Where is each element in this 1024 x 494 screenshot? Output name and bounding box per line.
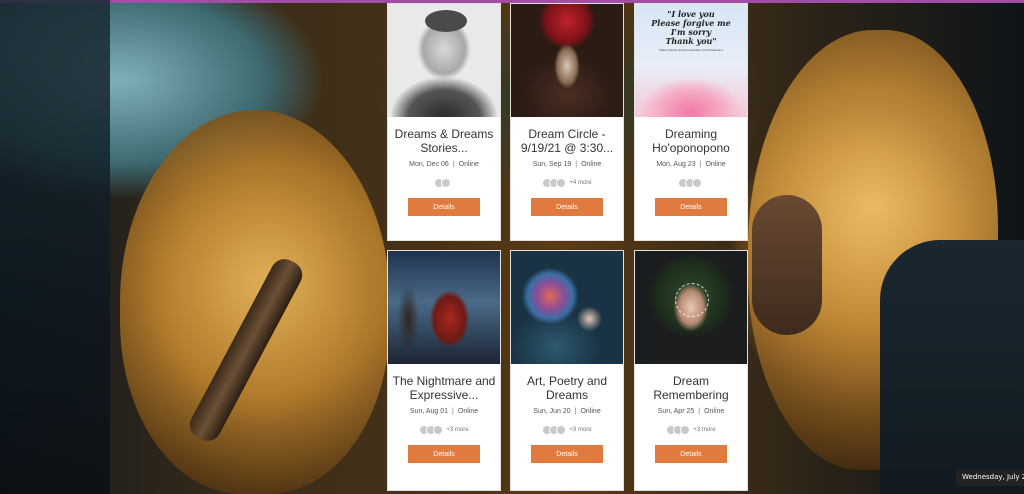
event-date: Sun, Apr 25 bbox=[657, 408, 695, 415]
event-meta: Sun, Aug 01 | Online bbox=[409, 408, 479, 415]
event-image[interactable] bbox=[388, 251, 500, 364]
avatar bbox=[441, 178, 451, 188]
event-image[interactable] bbox=[388, 4, 500, 117]
taskbar-clock[interactable]: Wednesday, July 20, 2022 bbox=[956, 470, 1024, 486]
attendees bbox=[434, 177, 454, 189]
event-date: Mon, Aug 23 bbox=[656, 161, 696, 168]
event-image[interactable] bbox=[635, 251, 747, 364]
event-date: Mon, Dec 06 bbox=[409, 161, 449, 168]
event-image[interactable]: "I love you Please forgive me I'm sorry … bbox=[635, 4, 747, 117]
event-card[interactable]: "I love you Please forgive me I'm sorry … bbox=[634, 3, 748, 241]
event-title[interactable]: Dream Remembering bbox=[639, 374, 743, 402]
event-meta: Sun, Sep 19 | Online bbox=[532, 161, 602, 168]
attendees-more: +3 more bbox=[569, 427, 592, 433]
details-button[interactable]: Details bbox=[655, 445, 727, 463]
background-hand bbox=[752, 195, 822, 335]
event-location: Online bbox=[580, 408, 601, 415]
event-location: Online bbox=[457, 408, 479, 415]
details-button[interactable]: Details bbox=[655, 198, 727, 216]
event-card[interactable]: Dream Circle - 9/19/21 @ 3:30... Sun, Se… bbox=[510, 3, 624, 241]
event-meta: Mon, Dec 06 | Online bbox=[409, 161, 479, 168]
event-title[interactable]: Art, Poetry and Dreams bbox=[515, 374, 619, 402]
event-card[interactable]: Art, Poetry and Dreams Sun, Jun 20 | Onlin… bbox=[510, 250, 624, 491]
avatar bbox=[556, 425, 567, 435]
event-date: Sun, Sep 19 bbox=[532, 161, 572, 168]
avatar bbox=[680, 425, 691, 435]
attendees: +4 more bbox=[542, 177, 592, 189]
event-card[interactable]: Dreams & Dreams Stories... Mon, Dec 06 | O… bbox=[387, 3, 501, 241]
details-button[interactable]: Details bbox=[408, 198, 480, 216]
details-button[interactable]: Details bbox=[531, 445, 603, 463]
event-card[interactable]: The Nightmare and Expressive... Sun, Aug… bbox=[387, 250, 501, 491]
avatar bbox=[691, 178, 702, 188]
attendees: +3 more bbox=[419, 424, 469, 436]
attendees-more: +3 more bbox=[693, 427, 716, 433]
event-meta: Mon, Aug 23 | Online bbox=[656, 161, 726, 168]
event-meta: Sun, Jun 20 | Online bbox=[533, 408, 601, 415]
event-location: Online bbox=[705, 161, 726, 168]
attendees-more: +4 more bbox=[569, 180, 592, 186]
events-grid: Dreams & Dreams Stories... Mon, Dec 06 | O… bbox=[386, 3, 748, 494]
event-title[interactable]: Dream Circle - 9/19/21 @ 3:30... bbox=[515, 127, 619, 155]
event-date: Sun, Aug 01 bbox=[409, 408, 449, 415]
event-title[interactable]: Dreaming Ho'oponopono bbox=[639, 127, 743, 155]
image-quote: "I love you Please forgive me I'm sorry … bbox=[651, 9, 731, 46]
event-image[interactable] bbox=[511, 4, 623, 117]
avatar bbox=[433, 425, 444, 435]
event-date: Sun, Jun 20 bbox=[533, 408, 571, 415]
event-meta: Sun, Apr 25 | Online bbox=[657, 408, 725, 415]
image-url: https://www.dreams.wixsite.com/dreamers bbox=[658, 48, 724, 52]
attendees bbox=[677, 177, 705, 189]
attendees: +3 more bbox=[666, 424, 716, 436]
background-person-left bbox=[0, 0, 110, 494]
background-person-right bbox=[880, 240, 1024, 494]
attendees-more: +3 more bbox=[446, 427, 469, 433]
event-image[interactable] bbox=[511, 251, 623, 364]
event-location: Online bbox=[581, 161, 602, 168]
details-button[interactable]: Details bbox=[408, 445, 480, 463]
details-button[interactable]: Details bbox=[531, 198, 603, 216]
event-title[interactable]: Dreams & Dreams Stories... bbox=[392, 127, 496, 155]
attendees: +3 more bbox=[542, 424, 592, 436]
event-location: Online bbox=[458, 161, 479, 168]
dreamcatcher-shape bbox=[675, 283, 709, 317]
event-card[interactable]: Dream Remembering Sun, Apr 25 | Online +3 … bbox=[634, 250, 748, 491]
avatar bbox=[556, 178, 567, 188]
hair-shape bbox=[425, 10, 467, 32]
event-location: Online bbox=[704, 408, 725, 415]
event-title[interactable]: The Nightmare and Expressive... bbox=[392, 374, 496, 402]
